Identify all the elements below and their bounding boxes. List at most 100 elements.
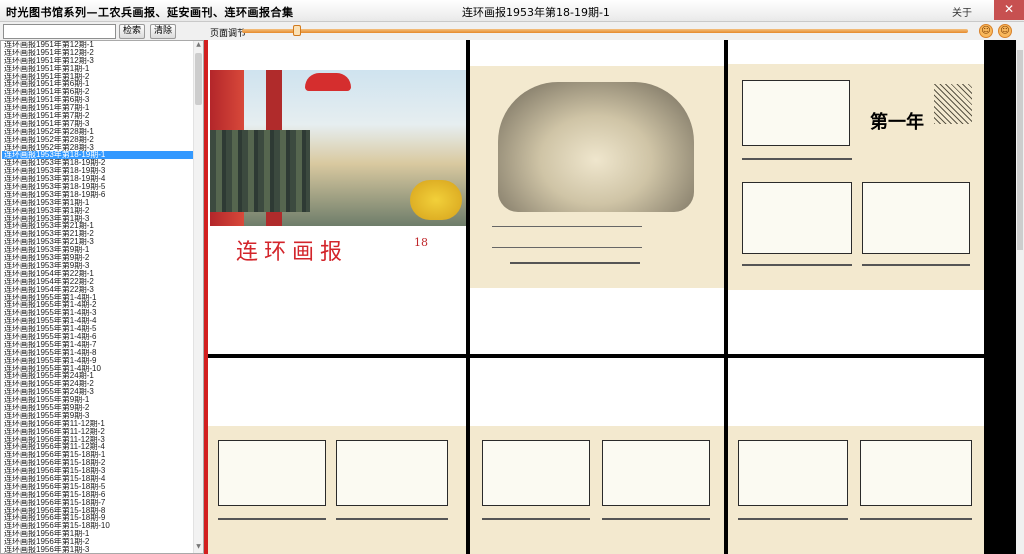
list-item[interactable]: 连环画报1951年第12期-2: [2, 49, 194, 57]
page-4[interactable]: [208, 358, 466, 554]
list-item[interactable]: 连环画报1953年第18-19期-1: [2, 151, 194, 160]
page-2[interactable]: [470, 40, 724, 354]
list-item[interactable]: 连环画报1953年第21期-3: [2, 238, 194, 246]
list-item[interactable]: 连环画报1953年第18-19期-4: [2, 175, 194, 183]
list-item[interactable]: 连环画报1956年第15-18期-3: [2, 467, 194, 475]
scroll-up-icon[interactable]: ▲: [194, 41, 203, 51]
list-item[interactable]: 连环画报1955年第1-4期-4: [2, 317, 194, 325]
list-item[interactable]: 连环画报1956年第1期-2: [2, 538, 194, 546]
page-5[interactable]: [470, 358, 724, 554]
list-item[interactable]: 连环画报1951年第6期-3: [2, 96, 194, 104]
viewer-scrollbar-thumb[interactable]: [1017, 50, 1023, 250]
list-item[interactable]: 连环画报1955年第9期-1: [2, 396, 194, 404]
list-item[interactable]: 连环画报1951年第6期-2: [2, 88, 194, 96]
list-item[interactable]: 连环画报1954年第22期-1: [2, 270, 194, 278]
list-item[interactable]: 连环画报1953年第9期-1: [2, 246, 194, 254]
list-item[interactable]: 连环画报1953年第21期-1: [2, 222, 194, 230]
list-item[interactable]: 连环画报1956年第1期-1: [2, 530, 194, 538]
zoom-in-icon[interactable]: ☺: [998, 24, 1012, 38]
list-item[interactable]: 连环画报1956年第15-18期-6: [2, 491, 194, 499]
list-item[interactable]: 连环画报1953年第1期-1: [2, 199, 194, 207]
comic-panel: [602, 440, 710, 506]
page-paper: 第一年: [728, 64, 984, 290]
caption-text: [738, 518, 848, 520]
list-item[interactable]: 连环画报1954年第22期-2: [2, 278, 194, 286]
portrait-sketch: [498, 82, 694, 212]
search-button[interactable]: 检索: [119, 24, 145, 39]
cover-issue-number: 18: [414, 236, 428, 249]
list-item[interactable]: 连环画报1956年第15-18期-10: [2, 522, 194, 530]
list-item[interactable]: 连环画报1956年第1期-3: [2, 546, 194, 553]
list-item[interactable]: 连环画报1956年第15-18期-7: [2, 499, 194, 507]
zoom-out-icon[interactable]: ☺: [979, 24, 993, 38]
list-item[interactable]: 连环画报1956年第15-18期-8: [2, 507, 194, 515]
list-item[interactable]: 连环画报1955年第1-4期-7: [2, 341, 194, 349]
list-item[interactable]: 连环画报1953年第18-19期-2: [2, 159, 194, 167]
page-viewer: 连环画报 18 第一年: [208, 40, 1016, 554]
zoom-slider-thumb[interactable]: [292, 25, 301, 36]
zoom-slider[interactable]: [242, 29, 968, 33]
list-item[interactable]: 连环画报1955年第1-4期-1: [2, 294, 194, 302]
list-item[interactable]: 连环画报1953年第1期-3: [2, 215, 194, 223]
page-cover[interactable]: 连环画报 18: [208, 40, 466, 354]
caption-box: [492, 226, 642, 248]
list-item[interactable]: 连环画报1953年第21期-2: [2, 230, 194, 238]
list-item[interactable]: 连环画报1951年第7期-2: [2, 112, 194, 120]
list-item[interactable]: 连环画报1953年第1期-2: [2, 207, 194, 215]
list-item[interactable]: 连环画报1951年第1期-1: [2, 65, 194, 73]
list-item[interactable]: 连环画报1955年第24期-2: [2, 380, 194, 388]
list-item[interactable]: 连环画报1953年第9期-2: [2, 254, 194, 262]
list-item[interactable]: 连环画报1953年第18-19期-5: [2, 183, 194, 191]
list-scrollbar[interactable]: ▲ ▼: [193, 41, 203, 553]
list-item[interactable]: 连环画报1955年第1-4期-3: [2, 309, 194, 317]
list-item[interactable]: 连环画报1955年第1-4期-8: [2, 349, 194, 357]
list-item[interactable]: 连环画报1951年第7期-1: [2, 104, 194, 112]
list-item[interactable]: 连环画报1956年第15-18期-2: [2, 459, 194, 467]
list-item[interactable]: 连环画报1951年第12期-3: [2, 57, 194, 65]
page-paper: [470, 66, 724, 288]
list-item[interactable]: 连环画报1952年第28期-2: [2, 136, 194, 144]
list-item[interactable]: 连环画报1956年第11-12期-1: [2, 420, 194, 428]
list-item[interactable]: 连环画报1955年第24期-1: [2, 372, 194, 380]
viewer-scrollbar[interactable]: [1016, 40, 1024, 554]
list-item[interactable]: 连环画报1956年第11-12期-3: [2, 436, 194, 444]
list-scrollbar-thumb[interactable]: [195, 53, 202, 105]
list-item[interactable]: 连环画报1951年第12期-1: [2, 41, 194, 49]
clear-button[interactable]: 清除: [150, 24, 176, 39]
close-button[interactable]: ✕: [994, 0, 1024, 20]
lantern: [305, 73, 351, 91]
list-item[interactable]: 连环画报1951年第7期-3: [2, 120, 194, 128]
list-item[interactable]: 连环画报1955年第9期-3: [2, 412, 194, 420]
about-link[interactable]: 关于: [952, 4, 972, 19]
list-item[interactable]: 连环画报1953年第9期-3: [2, 262, 194, 270]
page-6[interactable]: [728, 358, 984, 554]
list-item[interactable]: 连环画报1952年第28期-1: [2, 128, 194, 136]
page-3[interactable]: 第一年: [728, 40, 984, 354]
list-item[interactable]: 连环画报1955年第1-4期-2: [2, 301, 194, 309]
list-item[interactable]: 连环画报1955年第9期-2: [2, 404, 194, 412]
caption-text: [742, 264, 852, 266]
list-item[interactable]: 连环画报1952年第28期-3: [2, 144, 194, 152]
scroll-down-icon[interactable]: ▼: [194, 543, 203, 553]
caption-text: [336, 518, 448, 520]
comic-panel: [860, 440, 972, 506]
list-item[interactable]: 连环画报1955年第1-4期-6: [2, 333, 194, 341]
list-item[interactable]: 连环画报1956年第11-12期-2: [2, 428, 194, 436]
crowd-figures: [210, 130, 310, 212]
list-item[interactable]: 连环画报1956年第15-18期-5: [2, 483, 194, 491]
list-item[interactable]: 连环画报1954年第22期-3: [2, 286, 194, 294]
list-item[interactable]: 连环画报1951年第6期-1: [2, 80, 194, 88]
search-input[interactable]: [3, 24, 116, 39]
list-item[interactable]: 连环画报1955年第1-4期-10: [2, 365, 194, 373]
list-item[interactable]: 连环画报1951年第1期-2: [2, 73, 194, 81]
list-item[interactable]: 连环画报1956年第15-18期-4: [2, 475, 194, 483]
list-item[interactable]: 连环画报1956年第15-18期-9: [2, 514, 194, 522]
page-paper: [728, 426, 984, 554]
list-item[interactable]: 连环画报1956年第15-18期-1: [2, 451, 194, 459]
list-item[interactable]: 连环画报1955年第1-4期-9: [2, 357, 194, 365]
list-item[interactable]: 连环画报1955年第24期-3: [2, 388, 194, 396]
list-item[interactable]: 连环画报1953年第18-19期-6: [2, 191, 194, 199]
list-item[interactable]: 连环画报1955年第1-4期-5: [2, 325, 194, 333]
list-item[interactable]: 连环画报1956年第11-12期-4: [2, 443, 194, 451]
list-item[interactable]: 连环画报1953年第18-19期-3: [2, 167, 194, 175]
